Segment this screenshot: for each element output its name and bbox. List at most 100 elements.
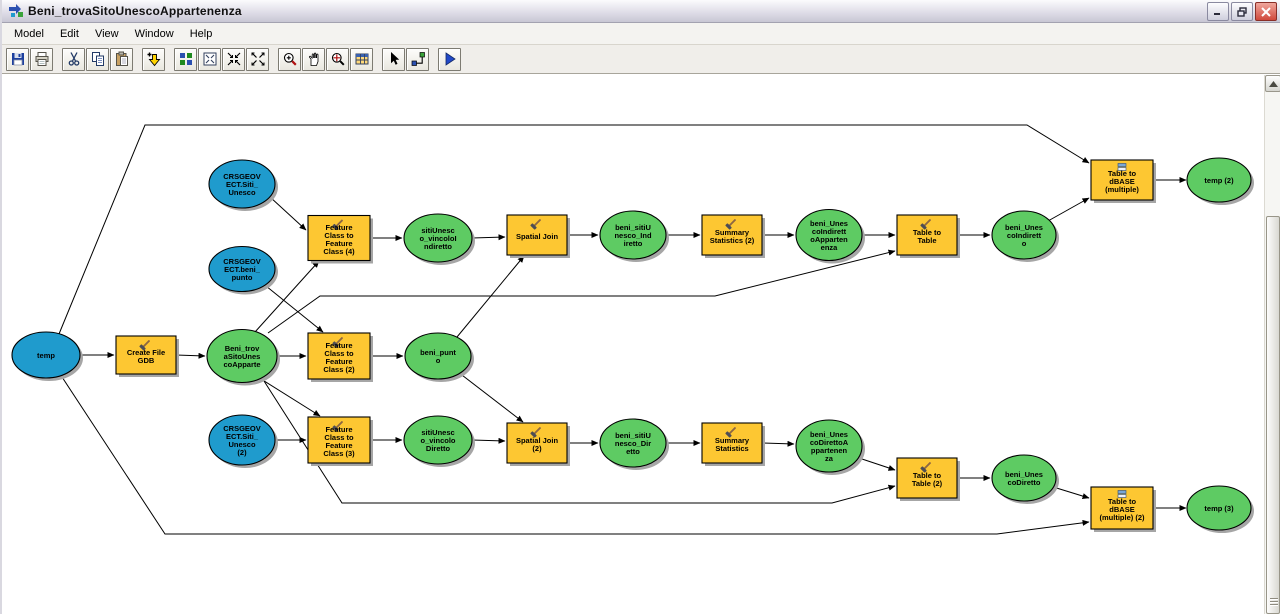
toolbar-button-auto-layout[interactable] [174, 48, 197, 71]
toolbar-button-zoom-in[interactable] [278, 48, 301, 71]
node-fc-to-fc-3[interactable]: FeatureClass toFeatureClass (3) [308, 417, 373, 466]
toolbar-button-run[interactable] [438, 48, 461, 71]
window-controls [1207, 2, 1277, 21]
node-table-to-table-2[interactable]: Table toTable (2) [897, 458, 960, 501]
node-temp[interactable]: temp [12, 332, 83, 381]
edge-crs-siti-unesco-to-fc-to-fc-4 [270, 197, 306, 230]
run-icon [442, 51, 458, 67]
menu-item-window[interactable]: Window [127, 25, 182, 43]
minimize-button[interactable] [1207, 2, 1229, 21]
node-beni-unesco-diretto[interactable]: beni_UnescoDiretto [992, 455, 1059, 504]
toolbar-button-cut[interactable] [62, 48, 85, 71]
node-temp-3[interactable]: temp (3) [1187, 486, 1254, 533]
scrollbar-thumb[interactable] [1266, 216, 1280, 614]
node-beni-trova[interactable]: Beni_trovaSitoUnescoApparte [207, 330, 280, 386]
close-button[interactable] [1255, 2, 1277, 21]
cut-icon [66, 51, 82, 67]
toolbar-group [278, 48, 373, 71]
pan-icon [306, 51, 322, 67]
menu-item-edit[interactable]: Edit [52, 25, 87, 43]
scroll-up-icon [1269, 81, 1278, 87]
full-extent-icon [202, 51, 218, 67]
toolbar-button-full-extent[interactable] [198, 48, 221, 71]
node-beni-situnesco-diretto[interactable]: beni_sitiUnesco_Diretto [600, 419, 669, 470]
node-beni-unesco-indiretto-appartenenza[interactable]: beni_UnescoIndirettoAppartenenza [796, 210, 865, 264]
node-label: Table toTable (2) [912, 471, 943, 488]
toolbar-group [174, 48, 269, 71]
menu-item-view[interactable]: View [87, 25, 127, 43]
node-beni-unesco-indiretto[interactable]: beni_UnescoIndiretto [992, 211, 1059, 262]
menu-item-help[interactable]: Help [182, 25, 221, 43]
toolbar-button-pan[interactable] [302, 48, 325, 71]
minimize-icon [1213, 7, 1223, 16]
auto-layout-icon [178, 51, 194, 67]
model-canvas[interactable]: temp Create FileGDB Beni_trovaSitoUnescoAp… [2, 75, 1266, 614]
edge-beni-unesco-diretto-appartenenza-to-table-to-table-2 [859, 458, 895, 470]
node-label: Beni_trovaSitoUnescoApparte [223, 344, 260, 369]
edge-beni-unesco-indiretto-to-table-to-dbase-multiple [1048, 198, 1089, 221]
node-beni-unesco-diretto-appartenenza[interactable]: beni_UnescoDirettoAppartenenza [796, 420, 865, 475]
node-crs-beni-punto[interactable]: CRSGEOVECT.beni_punto [209, 247, 278, 295]
title-bar: Beni_trovaSitoUnescoAppartenenza [2, 0, 1280, 23]
restore-button[interactable] [1231, 2, 1253, 21]
toolbar-group [382, 48, 429, 71]
node-label: CRSGEOVECT.Siti_Unesco [223, 172, 261, 197]
node-label: beni_UnescoDiretto [1005, 470, 1043, 487]
node-label: SummaryStatistics [715, 436, 750, 453]
node-fc-to-fc-4[interactable]: FeatureClass toFeatureClass (4) [308, 216, 373, 264]
node-crs-siti-unesco-2[interactable]: CRSGEOVECT.Siti_Unesco(2) [209, 415, 278, 468]
restore-icon [1237, 7, 1248, 17]
toolbar-group [142, 48, 165, 71]
toolbar-button-fixed-zoom-in[interactable] [222, 48, 245, 71]
zoom-full-icon [330, 51, 346, 67]
node-summary-statistics-2[interactable]: SummaryStatistics (2) [702, 215, 765, 258]
toolbar [2, 45, 1280, 74]
node-label: temp (2) [1204, 176, 1234, 185]
scroll-up-button[interactable] [1265, 75, 1280, 92]
node-situnesco-vincolo-diretto[interactable]: sitiUnesco_vincoloDiretto [404, 416, 475, 467]
node-label: temp (3) [1204, 504, 1234, 513]
edge-situnesco-vincolo-diretto-to-spatial-join-2 [472, 440, 505, 441]
window-title: Beni_trovaSitoUnescoAppartenenza [28, 4, 242, 18]
toolbar-button-paste[interactable] [110, 48, 133, 71]
vertical-scrollbar[interactable] [1264, 75, 1280, 614]
node-label: FeatureClass toFeatureClass (3) [323, 425, 355, 458]
zoom-in-icon [282, 51, 298, 67]
edge-create-file-gdb-to-beni-trova [176, 355, 205, 356]
toolbar-button-fixed-zoom-out[interactable] [246, 48, 269, 71]
node-fc-to-fc-2[interactable]: FeatureClass toFeatureClass (2) [308, 333, 373, 382]
add-connection-icon [410, 51, 426, 67]
toolbar-button-copy[interactable] [86, 48, 109, 71]
node-beni-punto[interactable]: beni_punto [405, 333, 474, 382]
node-table-to-dbase-multiple[interactable]: Table todBASE(multiple) [1091, 160, 1156, 203]
node-spatial-join-2[interactable]: Spatial Join(2) [507, 423, 570, 466]
node-table-to-dbase-multiple-2[interactable]: Table todBASE(multiple) (2) [1091, 487, 1156, 532]
toolbar-button-save[interactable] [6, 48, 29, 71]
select-icon [386, 51, 402, 67]
node-label: FeatureClass toFeatureClass (2) [323, 341, 355, 374]
close-icon [1261, 7, 1271, 17]
toolbar-button-view-table[interactable] [350, 48, 373, 71]
toolbar-button-zoom-full[interactable] [326, 48, 349, 71]
view-table-icon [354, 51, 370, 67]
node-beni-situnesco-indiretto[interactable]: beni_sitiUnesco_Indiretto [600, 211, 669, 262]
node-spatial-join[interactable]: Spatial Join [507, 215, 570, 258]
edge-beni-punto-to-spatial-join-2 [458, 372, 523, 422]
toolbar-button-select[interactable] [382, 48, 405, 71]
node-table-to-table[interactable]: Table toTable [897, 215, 960, 258]
menu-bar: ModelEditViewWindowHelp [2, 23, 1280, 45]
node-temp-2[interactable]: temp (2) [1187, 158, 1254, 205]
node-create-file-gdb[interactable]: Create FileGDB [116, 336, 179, 377]
toolbar-group [62, 48, 133, 71]
scrollbar-grip [1270, 596, 1278, 605]
copy-icon [90, 51, 106, 67]
toolbar-button-add-connection[interactable] [406, 48, 429, 71]
node-crs-siti-unesco[interactable]: CRSGEOVECT.Siti_Unesco [209, 160, 278, 211]
model-diagram[interactable]: temp Create FileGDB Beni_trovaSitoUnescoAp… [2, 75, 1266, 614]
menu-item-model[interactable]: Model [6, 25, 52, 43]
toolbar-button-add-data[interactable] [142, 48, 165, 71]
add-data-icon [146, 51, 162, 67]
toolbar-button-print[interactable] [30, 48, 53, 71]
node-situnesco-vincolo-indiretto[interactable]: sitiUnesco_vincoloIndiretto [404, 214, 475, 265]
node-summary-statistics[interactable]: SummaryStatistics [702, 423, 765, 466]
